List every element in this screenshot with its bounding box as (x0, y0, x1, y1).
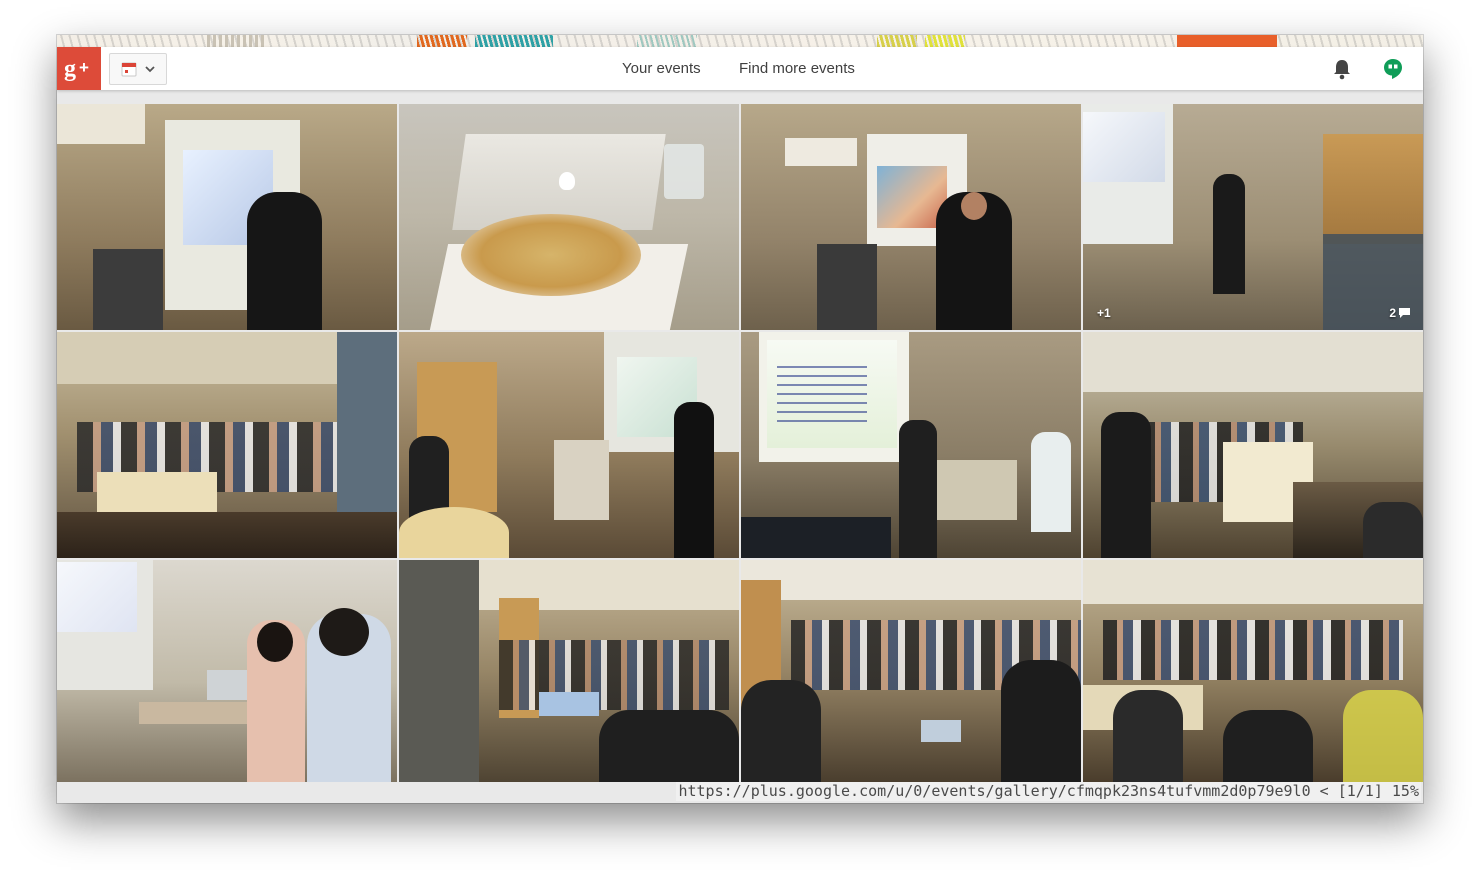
app-switcher-button[interactable] (109, 53, 167, 85)
gallery-photo[interactable] (399, 104, 739, 330)
photo-gallery: +1 2 (57, 104, 1423, 782)
gallery-photo[interactable] (57, 332, 397, 558)
nav-your-events[interactable]: Your events (622, 60, 701, 77)
status-bar-url: https://plus.google.com/u/0/events/galle… (676, 782, 1421, 801)
calendar-icon (121, 62, 137, 77)
nav-find-more-events[interactable]: Find more events (739, 60, 855, 77)
google-plus-icon: g + (64, 56, 89, 82)
gallery-photo[interactable] (399, 560, 739, 782)
svg-text:g: g (64, 56, 76, 82)
gallery-photo[interactable] (57, 104, 397, 330)
gallery-photo[interactable] (399, 332, 739, 558)
plusone-count: +1 (1097, 306, 1111, 320)
top-bar: g + Your events Find more events (57, 47, 1423, 90)
gallery-photo[interactable] (741, 332, 1081, 558)
cover-banner (57, 35, 1423, 47)
gallery-photo[interactable] (1083, 560, 1423, 782)
google-plus-logo[interactable]: g + (57, 47, 101, 90)
comment-icon (1399, 308, 1410, 318)
chevron-down-icon (145, 66, 155, 73)
browser-window: g + Your events Find more events +1 2 ht… (57, 35, 1423, 803)
comment-count: 2 (1389, 306, 1396, 320)
gallery-photo[interactable] (741, 560, 1081, 782)
bell-icon[interactable] (1332, 58, 1352, 80)
gallery-photo[interactable] (741, 104, 1081, 330)
svg-text:+: + (79, 58, 89, 77)
gallery-photo[interactable] (57, 560, 397, 782)
hangouts-icon[interactable] (1383, 58, 1403, 80)
gallery-photo[interactable] (1083, 332, 1423, 558)
gallery-photo[interactable]: +1 2 (1083, 104, 1423, 330)
comment-count-badge: 2 (1389, 306, 1411, 320)
